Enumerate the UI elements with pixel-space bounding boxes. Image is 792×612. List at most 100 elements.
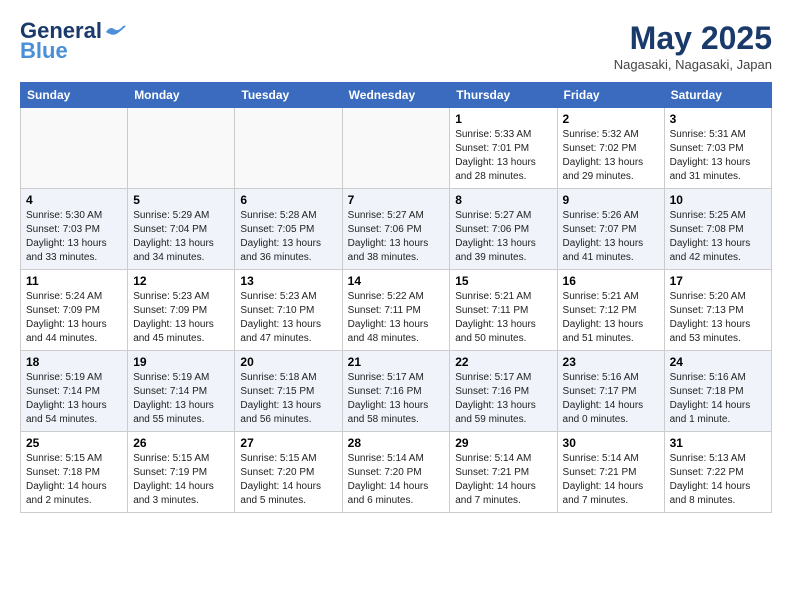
day-info: Sunrise: 5:26 AMSunset: 7:07 PMDaylight:… — [563, 209, 659, 265]
day-number: 30 — [563, 436, 659, 450]
calendar-cell: 6 Sunrise: 5:28 AMSunset: 7:05 PMDaylight… — [235, 189, 342, 270]
day-number: 14 — [348, 274, 445, 288]
day-info: Sunrise: 5:33 AMSunset: 7:01 PMDaylight:… — [455, 128, 551, 184]
logo-bird-icon — [104, 24, 126, 40]
day-info: Sunrise: 5:19 AMSunset: 7:14 PMDaylight:… — [26, 371, 122, 427]
day-number: 16 — [563, 274, 659, 288]
calendar-header-row: SundayMondayTuesdayWednesdayThursdayFrid… — [21, 83, 772, 108]
day-info: Sunrise: 5:19 AMSunset: 7:14 PMDaylight:… — [133, 371, 229, 427]
day-info: Sunrise: 5:29 AMSunset: 7:04 PMDaylight:… — [133, 209, 229, 265]
calendar-cell: 28Sunrise: 5:14 AMSunset: 7:20 PMDayligh… — [342, 432, 450, 513]
day-number: 20 — [240, 355, 336, 369]
calendar-cell: 13 Sunrise: 5:23 AMSunset: 7:10 PMDayligh… — [235, 270, 342, 351]
title-block: May 2025 Nagasaki, Nagasaki, Japan — [614, 20, 772, 72]
day-number: 29 — [455, 436, 551, 450]
day-number: 8 — [455, 193, 551, 207]
day-number: 15 — [455, 274, 551, 288]
calendar-cell: 4 Sunrise: 5:30 AMSunset: 7:03 PMDaylight… — [21, 189, 128, 270]
day-number: 6 — [240, 193, 336, 207]
day-number: 31 — [670, 436, 766, 450]
calendar-cell: 9 Sunrise: 5:26 AMSunset: 7:07 PMDaylight… — [557, 189, 664, 270]
day-number: 12 — [133, 274, 229, 288]
calendar-cell: 22Sunrise: 5:17 AMSunset: 7:16 PMDayligh… — [450, 351, 557, 432]
calendar-cell: 23 Sunrise: 5:16 AMSunset: 7:17 PMDayligh… — [557, 351, 664, 432]
day-info: Sunrise: 5:27 AMSunset: 7:06 PMDaylight:… — [455, 209, 551, 265]
calendar-cell: 16 Sunrise: 5:21 AMSunset: 7:12 PMDayligh… — [557, 270, 664, 351]
calendar-week-5: 25Sunrise: 5:15 AMSunset: 7:18 PMDayligh… — [21, 432, 772, 513]
calendar-cell: 7 Sunrise: 5:27 AMSunset: 7:06 PMDaylight… — [342, 189, 450, 270]
day-number: 10 — [670, 193, 766, 207]
header-wednesday: Wednesday — [342, 83, 450, 108]
calendar-cell: 14 Sunrise: 5:22 AMSunset: 7:11 PMDayligh… — [342, 270, 450, 351]
calendar-cell: 21Sunrise: 5:17 AMSunset: 7:16 PMDayligh… — [342, 351, 450, 432]
calendar-cell: 18Sunrise: 5:19 AMSunset: 7:14 PMDayligh… — [21, 351, 128, 432]
calendar-cell: 19 Sunrise: 5:19 AMSunset: 7:14 PMDayligh… — [128, 351, 235, 432]
day-info: Sunrise: 5:31 AMSunset: 7:03 PMDaylight:… — [670, 128, 766, 184]
calendar: SundayMondayTuesdayWednesdayThursdayFrid… — [20, 82, 772, 513]
calendar-week-3: 11 Sunrise: 5:24 AMSunset: 7:09 PMDayligh… — [21, 270, 772, 351]
header-friday: Friday — [557, 83, 664, 108]
calendar-cell: 12Sunrise: 5:23 AMSunset: 7:09 PMDayligh… — [128, 270, 235, 351]
day-info: Sunrise: 5:21 AMSunset: 7:11 PMDaylight:… — [455, 290, 551, 346]
month-title: May 2025 — [614, 20, 772, 57]
calendar-cell: 31 Sunrise: 5:13 AMSunset: 7:22 PMDayligh… — [664, 432, 771, 513]
day-number: 23 — [563, 355, 659, 369]
day-number: 2 — [563, 112, 659, 126]
day-number: 22 — [455, 355, 551, 369]
day-number: 11 — [26, 274, 122, 288]
page-header: General Blue May 2025 Nagasaki, Nagasaki… — [20, 20, 772, 72]
calendar-cell: 25Sunrise: 5:15 AMSunset: 7:18 PMDayligh… — [21, 432, 128, 513]
day-info: Sunrise: 5:15 AMSunset: 7:19 PMDaylight:… — [133, 452, 229, 508]
day-number: 7 — [348, 193, 445, 207]
calendar-cell: 8 Sunrise: 5:27 AMSunset: 7:06 PMDaylight… — [450, 189, 557, 270]
day-info: Sunrise: 5:16 AMSunset: 7:18 PMDaylight:… — [670, 371, 766, 427]
day-info: Sunrise: 5:21 AMSunset: 7:12 PMDaylight:… — [563, 290, 659, 346]
day-info: Sunrise: 5:14 AMSunset: 7:21 PMDaylight:… — [455, 452, 551, 508]
day-info: Sunrise: 5:22 AMSunset: 7:11 PMDaylight:… — [348, 290, 445, 346]
day-info: Sunrise: 5:24 AMSunset: 7:09 PMDaylight:… — [26, 290, 122, 346]
day-info: Sunrise: 5:15 AMSunset: 7:18 PMDaylight:… — [26, 452, 122, 508]
day-info: Sunrise: 5:23 AMSunset: 7:10 PMDaylight:… — [240, 290, 336, 346]
calendar-cell: 15 Sunrise: 5:21 AMSunset: 7:11 PMDayligh… — [450, 270, 557, 351]
calendar-cell: 11 Sunrise: 5:24 AMSunset: 7:09 PMDayligh… — [21, 270, 128, 351]
day-number: 19 — [133, 355, 229, 369]
day-number: 21 — [348, 355, 445, 369]
logo-blue: Blue — [20, 38, 68, 64]
calendar-cell: 3 Sunrise: 5:31 AMSunset: 7:03 PMDaylight… — [664, 108, 771, 189]
calendar-cell: 26 Sunrise: 5:15 AMSunset: 7:19 PMDayligh… — [128, 432, 235, 513]
day-info: Sunrise: 5:16 AMSunset: 7:17 PMDaylight:… — [563, 371, 659, 427]
calendar-cell: 5 Sunrise: 5:29 AMSunset: 7:04 PMDaylight… — [128, 189, 235, 270]
day-info: Sunrise: 5:15 AMSunset: 7:20 PMDaylight:… — [240, 452, 336, 508]
calendar-cell: 2Sunrise: 5:32 AMSunset: 7:02 PMDaylight… — [557, 108, 664, 189]
calendar-cell: 29 Sunrise: 5:14 AMSunset: 7:21 PMDayligh… — [450, 432, 557, 513]
day-number: 17 — [670, 274, 766, 288]
calendar-cell: 30Sunrise: 5:14 AMSunset: 7:21 PMDayligh… — [557, 432, 664, 513]
day-info: Sunrise: 5:18 AMSunset: 7:15 PMDaylight:… — [240, 371, 336, 427]
logo: General Blue — [20, 20, 126, 64]
header-monday: Monday — [128, 83, 235, 108]
calendar-cell: 1Sunrise: 5:33 AMSunset: 7:01 PMDaylight… — [450, 108, 557, 189]
calendar-cell — [21, 108, 128, 189]
calendar-cell: 24Sunrise: 5:16 AMSunset: 7:18 PMDayligh… — [664, 351, 771, 432]
header-tuesday: Tuesday — [235, 83, 342, 108]
day-info: Sunrise: 5:25 AMSunset: 7:08 PMDaylight:… — [670, 209, 766, 265]
calendar-week-4: 18Sunrise: 5:19 AMSunset: 7:14 PMDayligh… — [21, 351, 772, 432]
calendar-cell: 20 Sunrise: 5:18 AMSunset: 7:15 PMDayligh… — [235, 351, 342, 432]
header-thursday: Thursday — [450, 83, 557, 108]
day-number: 28 — [348, 436, 445, 450]
day-number: 26 — [133, 436, 229, 450]
day-info: Sunrise: 5:20 AMSunset: 7:13 PMDaylight:… — [670, 290, 766, 346]
header-sunday: Sunday — [21, 83, 128, 108]
day-number: 27 — [240, 436, 336, 450]
day-info: Sunrise: 5:28 AMSunset: 7:05 PMDaylight:… — [240, 209, 336, 265]
day-info: Sunrise: 5:27 AMSunset: 7:06 PMDaylight:… — [348, 209, 445, 265]
day-number: 9 — [563, 193, 659, 207]
day-number: 4 — [26, 193, 122, 207]
day-number: 3 — [670, 112, 766, 126]
day-info: Sunrise: 5:30 AMSunset: 7:03 PMDaylight:… — [26, 209, 122, 265]
day-number: 13 — [240, 274, 336, 288]
day-number: 5 — [133, 193, 229, 207]
calendar-cell — [342, 108, 450, 189]
day-info: Sunrise: 5:13 AMSunset: 7:22 PMDaylight:… — [670, 452, 766, 508]
location: Nagasaki, Nagasaki, Japan — [614, 57, 772, 72]
